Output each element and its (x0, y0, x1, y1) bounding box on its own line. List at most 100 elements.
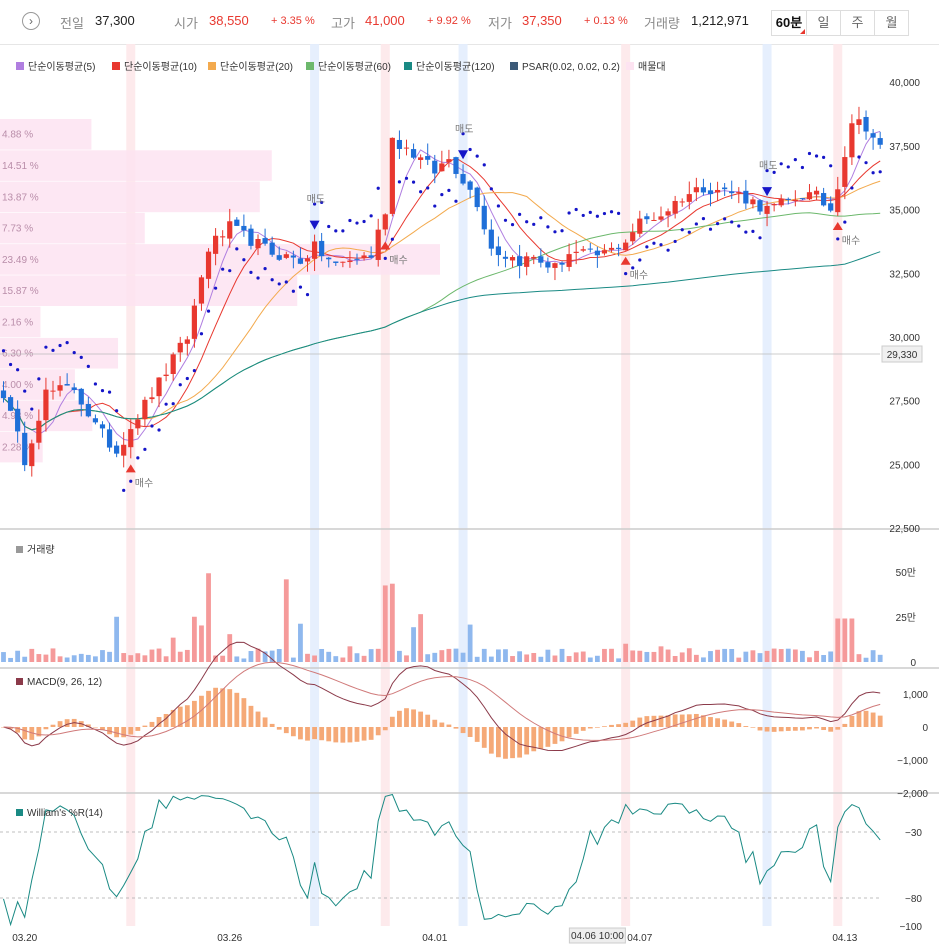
candle-body[interactable] (149, 397, 155, 400)
candle-body[interactable] (453, 157, 459, 174)
candle-body[interactable] (446, 159, 452, 163)
candle-body[interactable] (22, 432, 28, 466)
candle-body[interactable] (538, 256, 544, 263)
candle-body[interactable] (778, 199, 784, 206)
candle-body[interactable] (64, 384, 70, 386)
candle-body[interactable] (0, 390, 7, 399)
candle-body[interactable] (114, 445, 120, 454)
candle-body[interactable] (142, 399, 148, 420)
candle-body[interactable] (135, 419, 141, 429)
candle-body[interactable] (764, 205, 770, 214)
candle-body[interactable] (630, 232, 636, 242)
candle-body[interactable] (297, 258, 304, 264)
candle-body[interactable] (736, 192, 742, 194)
candle-body[interactable] (50, 390, 56, 392)
candle-body[interactable] (439, 163, 445, 172)
candle-body[interactable] (545, 262, 551, 268)
candle-body[interactable] (106, 429, 113, 448)
candle-body[interactable] (290, 255, 296, 258)
candle-body[interactable] (502, 256, 509, 259)
candle-body[interactable] (85, 403, 91, 417)
candle-body[interactable] (262, 238, 268, 244)
candle-body[interactable] (700, 187, 707, 193)
candle-body[interactable] (184, 339, 190, 344)
candle-body[interactable] (205, 251, 212, 279)
candle-body[interactable] (382, 214, 388, 230)
candle-body[interactable] (714, 189, 721, 193)
candle-body[interactable] (234, 219, 240, 226)
candle-body[interactable] (418, 157, 424, 160)
candle-body[interactable] (792, 199, 798, 202)
candle-body[interactable] (806, 192, 813, 200)
candle-body[interactable] (410, 149, 417, 158)
candle-body[interactable] (36, 420, 42, 443)
candle-body[interactable] (672, 200, 678, 214)
candle-body[interactable] (743, 190, 749, 204)
candle-body[interactable] (460, 174, 466, 184)
candle-body[interactable] (340, 261, 346, 263)
candle-body[interactable] (241, 225, 247, 231)
candle-body[interactable] (488, 229, 494, 249)
candle-body[interactable] (524, 256, 530, 267)
candle-body[interactable] (495, 246, 501, 256)
candle-body[interactable] (474, 187, 480, 208)
candle-body[interactable] (354, 258, 360, 260)
candle-body[interactable] (7, 397, 14, 411)
candle-body[interactable] (863, 116, 869, 132)
candle-body[interactable] (637, 218, 643, 234)
candle-body[interactable] (821, 193, 827, 206)
candle-body[interactable] (467, 181, 473, 190)
candle-body[interactable] (255, 239, 261, 249)
candle-body[interactable] (319, 240, 325, 257)
candle-body[interactable] (213, 235, 219, 254)
candle-body[interactable] (311, 241, 318, 259)
candle-body[interactable] (594, 250, 600, 256)
candle-body[interactable] (283, 254, 289, 258)
candle-body[interactable] (163, 374, 169, 376)
candle-body[interactable] (15, 408, 21, 432)
candle-body[interactable] (813, 190, 820, 195)
candle-body[interactable] (517, 256, 523, 266)
candle-body[interactable] (722, 187, 728, 190)
candle-body[interactable] (121, 444, 127, 456)
candle-body[interactable] (771, 204, 777, 206)
candle-body[interactable] (580, 249, 586, 251)
candle-body[interactable] (425, 156, 431, 160)
candle-body[interactable] (29, 443, 35, 467)
candle-body[interactable] (707, 190, 714, 195)
candle-body[interactable] (57, 385, 63, 391)
candle-body[interactable] (856, 119, 862, 125)
candle-body[interactable] (799, 198, 806, 200)
candle-body[interactable] (481, 205, 487, 230)
candle-body[interactable] (877, 138, 883, 145)
candle-body[interactable] (276, 255, 282, 260)
candle-body[interactable] (693, 187, 699, 193)
candle-body[interactable] (191, 305, 197, 339)
candle-body[interactable] (333, 261, 339, 263)
candle-body[interactable] (198, 277, 205, 304)
candle-body[interactable] (573, 251, 579, 253)
candle-body[interactable] (269, 242, 275, 255)
candle-body[interactable] (92, 418, 99, 423)
candle-body[interactable] (227, 221, 233, 239)
candle-body[interactable] (509, 257, 516, 261)
candle-body[interactable] (828, 203, 834, 211)
candle-body[interactable] (396, 139, 403, 149)
candle-body[interactable] (552, 263, 558, 268)
candle-body[interactable] (757, 200, 763, 212)
candle-body[interactable] (587, 248, 593, 250)
candle-body[interactable] (644, 216, 650, 220)
candle-body[interactable] (615, 247, 622, 249)
candle-body[interactable] (375, 229, 381, 260)
candle-body[interactable] (559, 262, 565, 265)
candle-body[interactable] (729, 191, 735, 194)
candle-body[interactable] (679, 201, 685, 203)
candle-body[interactable] (608, 247, 615, 250)
candle-body[interactable] (566, 254, 572, 267)
candle-body[interactable] (658, 216, 664, 220)
candle-body[interactable] (432, 160, 438, 174)
stock-chart[interactable]: 4.88 % 14.51 % 13.87 % 7.73 % 23.49 % 15.87 %… (0, 0, 939, 946)
candle-body[interactable] (220, 236, 226, 238)
candle-body[interactable] (665, 211, 671, 216)
candle-body[interactable] (623, 242, 629, 251)
